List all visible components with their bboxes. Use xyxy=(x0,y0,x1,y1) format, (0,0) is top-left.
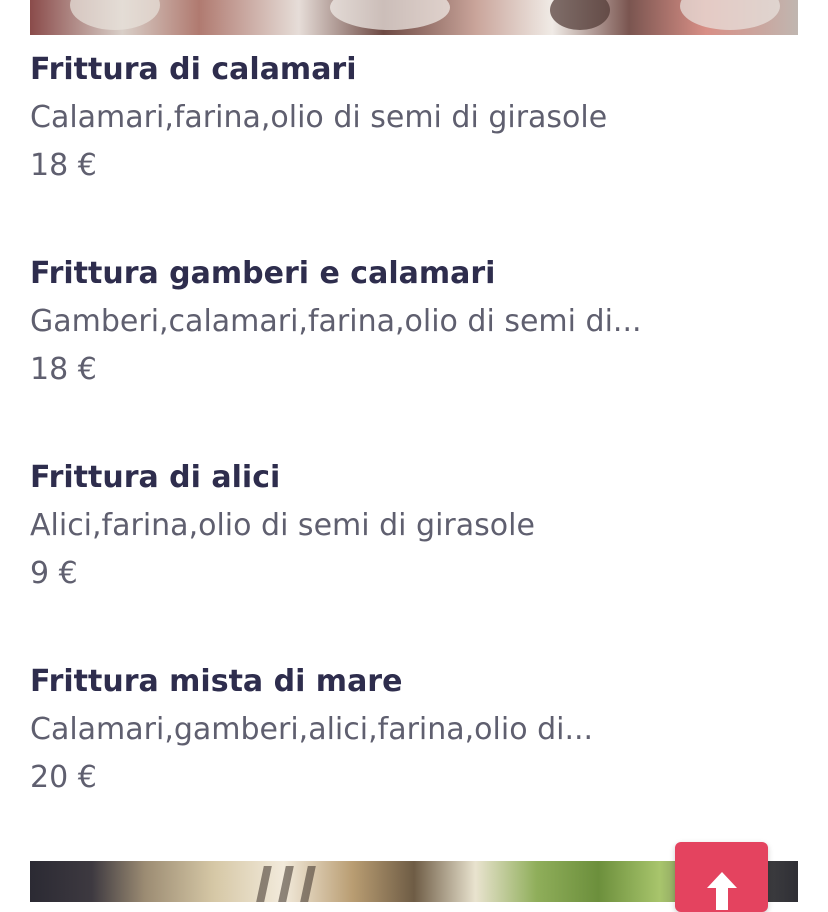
menu-item-name: Frittura gamberi e calamari xyxy=(30,256,496,291)
menu-item[interactable]: Frittura mista di mare Calamari,gamberi,… xyxy=(30,658,798,862)
menu-item[interactable]: Frittura di alici Alici,farina,olio di s… xyxy=(30,454,798,658)
menu-item-price: 9 € xyxy=(30,556,78,591)
menu-list: Frittura di calamari Calamari,farina,oli… xyxy=(30,46,798,862)
menu-item[interactable]: Frittura gamberi e calamari Gamberi,cala… xyxy=(30,250,798,454)
menu-item-photo-top xyxy=(30,0,798,35)
menu-item-description: Calamari,farina,olio di semi di girasole xyxy=(30,100,608,135)
menu-item[interactable]: Frittura di calamari Calamari,farina,oli… xyxy=(30,46,798,250)
arrow-up-icon xyxy=(706,872,737,910)
menu-item-description: Gamberi,calamari,farina,olio di semi di.… xyxy=(30,304,642,339)
menu-item-price: 18 € xyxy=(30,148,97,183)
menu-item-price: 18 € xyxy=(30,352,97,387)
menu-item-price: 20 € xyxy=(30,760,97,795)
menu-item-name: Frittura di alici xyxy=(30,460,281,495)
menu-item-name: Frittura di calamari xyxy=(30,52,357,87)
menu-item-name: Frittura mista di mare xyxy=(30,664,403,699)
menu-item-description: Alici,farina,olio di semi di girasole xyxy=(30,508,535,543)
menu-item-description: Calamari,gamberi,alici,farina,olio di... xyxy=(30,712,594,747)
